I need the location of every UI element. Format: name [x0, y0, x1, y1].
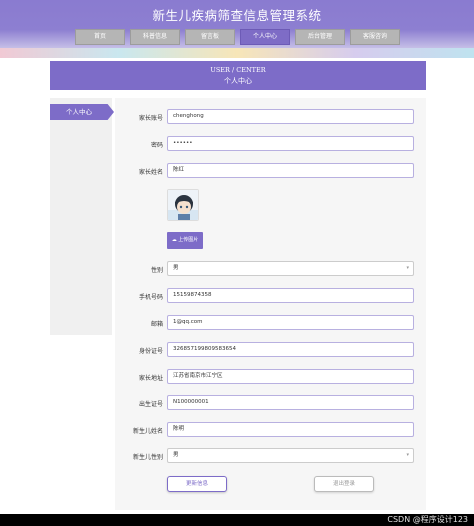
address-label: 家长地址	[138, 375, 163, 382]
parent-name-label: 家长姓名	[138, 169, 163, 176]
upload-image-label: 上传图片	[178, 237, 199, 243]
phone-field[interactable]: 15159874358	[167, 288, 414, 303]
cloud-upload-icon: ☁	[171, 237, 177, 243]
chevron-down-icon: ▾	[406, 452, 409, 458]
gender-label: 性别	[150, 267, 163, 274]
id-card-field[interactable]: 326857199809583654	[167, 342, 414, 357]
account-label: 家长账号	[138, 115, 163, 122]
account-field[interactable]: chenghong	[167, 109, 414, 124]
site-title: 新生儿疾病筛查信息管理系统	[152, 8, 322, 23]
decorative-strip	[0, 48, 474, 58]
password-field[interactable]: ••••••	[167, 136, 414, 151]
avatar-image	[168, 190, 198, 220]
id-card-label: 身份证号	[138, 348, 163, 355]
baby-gender-label: 新生儿性别	[132, 454, 163, 461]
page-banner: USER / CENTER 个人中心	[50, 61, 426, 90]
main-nav: 首页 科普信息 留言板 个人中心 后台管理 客服咨询	[0, 29, 474, 47]
email-field[interactable]: 1@qq.com	[167, 315, 414, 330]
baby-gender-value: 男	[173, 452, 179, 458]
upload-image-button[interactable]: ☁ 上传图片	[167, 232, 203, 249]
baby-name-label: 新生儿姓名	[132, 428, 163, 435]
birth-cert-label: 出生证号	[138, 401, 163, 408]
address-field[interactable]: 江苏省南京市江宁区	[167, 369, 414, 384]
password-label: 密码	[150, 142, 163, 149]
update-info-button[interactable]: 更新信息	[167, 476, 227, 492]
nav-personal-center[interactable]: 个人中心	[240, 29, 290, 45]
avatar	[167, 189, 199, 221]
nav-science-info[interactable]: 科普信息	[130, 29, 180, 45]
baby-name-field[interactable]: 陈明	[167, 422, 414, 437]
phone-label: 手机号码	[138, 294, 163, 301]
nav-admin[interactable]: 后台管理	[295, 29, 345, 45]
gender-value: 男	[173, 265, 179, 271]
baby-gender-select[interactable]: 男 ▾	[167, 448, 414, 463]
nav-customer-service[interactable]: 客服咨询	[350, 29, 400, 45]
chevron-down-icon: ▾	[406, 265, 409, 271]
nav-message-board[interactable]: 留言板	[185, 29, 235, 45]
gender-select[interactable]: 男 ▾	[167, 261, 414, 276]
logout-button[interactable]: 退出登录	[314, 476, 374, 492]
banner-chinese: 个人中心	[224, 77, 252, 85]
header: 新生儿疾病筛查信息管理系统 首页 科普信息 留言板 个人中心 后台管理 客服咨询	[0, 0, 474, 54]
parent-name-field[interactable]: 陈红	[167, 163, 414, 178]
watermark: CSDN @程序设计123	[387, 515, 468, 524]
banner-english: USER / CENTER	[210, 66, 266, 74]
nav-home[interactable]: 首页	[75, 29, 125, 45]
birth-cert-field[interactable]: N100000001	[167, 395, 414, 410]
email-label: 邮箱	[150, 321, 163, 328]
